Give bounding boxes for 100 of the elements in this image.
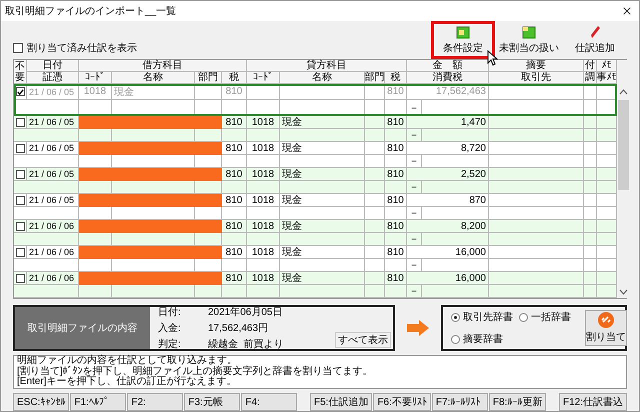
- function-key[interactable]: F7:ﾙｰﾙﾘｽﾄ: [432, 393, 488, 411]
- radio-button[interactable]: [519, 312, 528, 322]
- table-cell: 8,200: [407, 220, 489, 233]
- table-cell: 1018: [247, 142, 280, 155]
- field-value: 繰越金 前買より: [208, 338, 284, 351]
- column-header: ｺｰﾄﾞ: [247, 72, 280, 84]
- table-cell: [584, 285, 597, 298]
- table-cell: 810: [222, 194, 247, 207]
- function-key[interactable]: F1:ﾍﾙﾌﾟ: [70, 393, 126, 411]
- arrow-icon: [407, 320, 429, 336]
- table-cell: 1018: [247, 116, 280, 129]
- table-cell: [584, 168, 597, 181]
- checkbox[interactable]: [16, 274, 24, 282]
- table-cell: 1018: [247, 272, 280, 285]
- column-header: 名称: [112, 72, 195, 84]
- scrollbar[interactable]: [617, 60, 630, 298]
- checkbox-label: 割り当て済み仕訳を表示: [27, 42, 137, 55]
- column-header: 不要: [14, 60, 27, 84]
- column-header: 借方科目: [79, 60, 247, 72]
- checkbox[interactable]: [16, 222, 24, 230]
- column-header: 部門: [195, 72, 222, 84]
- table-cell: [222, 285, 247, 298]
- folder-icon: [456, 25, 470, 39]
- pencil-icon: [588, 25, 602, 39]
- table-cell: [247, 285, 280, 298]
- checkbox[interactable]: [16, 144, 24, 152]
- folder-icon: [522, 25, 536, 39]
- table-cell: [422, 285, 489, 298]
- table-cell: 810: [385, 168, 407, 181]
- checkbox[interactable]: [16, 118, 24, 126]
- table-cell: [385, 285, 407, 298]
- table-cell: 現金: [280, 142, 365, 155]
- checkbox[interactable]: [13, 43, 23, 53]
- table-cell: [365, 246, 385, 259]
- table-cell: 810: [385, 194, 407, 207]
- table-cell: [584, 116, 597, 129]
- column-header: 部門: [365, 72, 385, 84]
- toolbar-button[interactable]: 仕訳追加: [563, 21, 627, 59]
- table-cell: [584, 220, 597, 233]
- table-cell: 1018: [247, 168, 280, 181]
- table-cell: [195, 285, 222, 298]
- table-row[interactable]: 21 / 06 / 05 810 1018 現金 810 870 －: [14, 194, 617, 220]
- table-cell: 810: [222, 272, 247, 285]
- table-cell: [365, 272, 385, 285]
- radio-button[interactable]: [451, 312, 460, 322]
- field-label: 入金:: [158, 322, 182, 335]
- function-key[interactable]: F8:ﾙｰﾙ更新: [488, 393, 546, 411]
- field-label: 判定:: [158, 338, 182, 351]
- table-cell: 現金: [112, 84, 195, 100]
- function-key[interactable]: F6:不要ﾘｽﾄ: [373, 393, 431, 411]
- checkbox[interactable]: [16, 196, 24, 204]
- function-key[interactable]: F4:: [241, 393, 298, 411]
- table-cell: [365, 285, 385, 298]
- table-cell: [365, 84, 385, 100]
- field-value: 17,562,463円: [208, 322, 268, 335]
- toolbar-button[interactable]: 未割当の扱い: [497, 21, 561, 59]
- radio-label: 摘要辞書: [463, 332, 503, 346]
- table-row[interactable]: 21 / 06 / 06 810 1018 現金 810 16,000 －: [14, 272, 617, 298]
- close-icon[interactable]: [621, 5, 633, 17]
- checkbox[interactable]: [16, 248, 24, 256]
- table-cell: [365, 116, 385, 129]
- function-key[interactable]: ESC:ｷｬﾝｾﾙ: [13, 393, 70, 411]
- table-cell: 16,000: [407, 246, 489, 259]
- column-header: 貸方科目: [247, 60, 407, 72]
- summary-label: 取引明細ファイルの内容: [15, 307, 150, 349]
- function-key[interactable]: F3:元帳: [184, 393, 240, 411]
- table-cell: 810: [385, 142, 407, 155]
- table-cell: 現金: [280, 194, 365, 207]
- function-key[interactable]: F2:: [127, 393, 184, 411]
- table-cell: 17,562,463: [407, 84, 489, 100]
- table-cell: [365, 168, 385, 181]
- radio-label: 取引先辞書: [463, 310, 513, 324]
- table-cell: [365, 142, 385, 155]
- table-cell: 810: [222, 168, 247, 181]
- table-row[interactable]: 21 / 06 / 05 1018 現金 810 810 17,562,463 －: [14, 84, 617, 116]
- column-header: 税: [222, 72, 247, 84]
- link-icon: [598, 312, 614, 328]
- assign-button[interactable]: 割り当て: [585, 310, 627, 346]
- column-header: 事ﾒﾓ: [597, 72, 617, 84]
- table-cell: 1018: [247, 246, 280, 259]
- table-cell: 21 / 06 / 05: [27, 84, 79, 100]
- column-header: 調: [584, 72, 597, 84]
- table-row[interactable]: 21 / 06 / 06 810 1018 現金 810 8,200 －: [14, 220, 617, 246]
- table-row[interactable]: 21 / 06 / 05 810 1018 現金 810 2,520 －: [14, 168, 617, 194]
- show-all-button[interactable]: すべて表示: [335, 332, 391, 348]
- checkbox[interactable]: [16, 170, 24, 178]
- table-row[interactable]: 21 / 06 / 05 810 1018 現金 810 8,720 －: [14, 142, 617, 168]
- column-header: 証憑: [27, 72, 79, 84]
- function-key[interactable]: F5:仕訳追加: [310, 393, 372, 411]
- table-row[interactable]: 21 / 06 / 06 810 1018 現金 810 16,000 －: [14, 246, 617, 272]
- table-cell: [195, 84, 222, 100]
- column-header: 付: [584, 60, 597, 72]
- table-cell: 現金: [280, 168, 365, 181]
- column-header: ﾒﾓ: [597, 60, 617, 72]
- function-key[interactable]: F12:仕訳書込: [558, 393, 627, 411]
- table-cell: [247, 84, 280, 100]
- table-row[interactable]: 21 / 06 / 05 810 1018 現金 810 1,470 －: [14, 116, 617, 142]
- radio-button[interactable]: [451, 334, 460, 344]
- checkbox[interactable]: [16, 87, 24, 96]
- table-cell: 810: [385, 272, 407, 285]
